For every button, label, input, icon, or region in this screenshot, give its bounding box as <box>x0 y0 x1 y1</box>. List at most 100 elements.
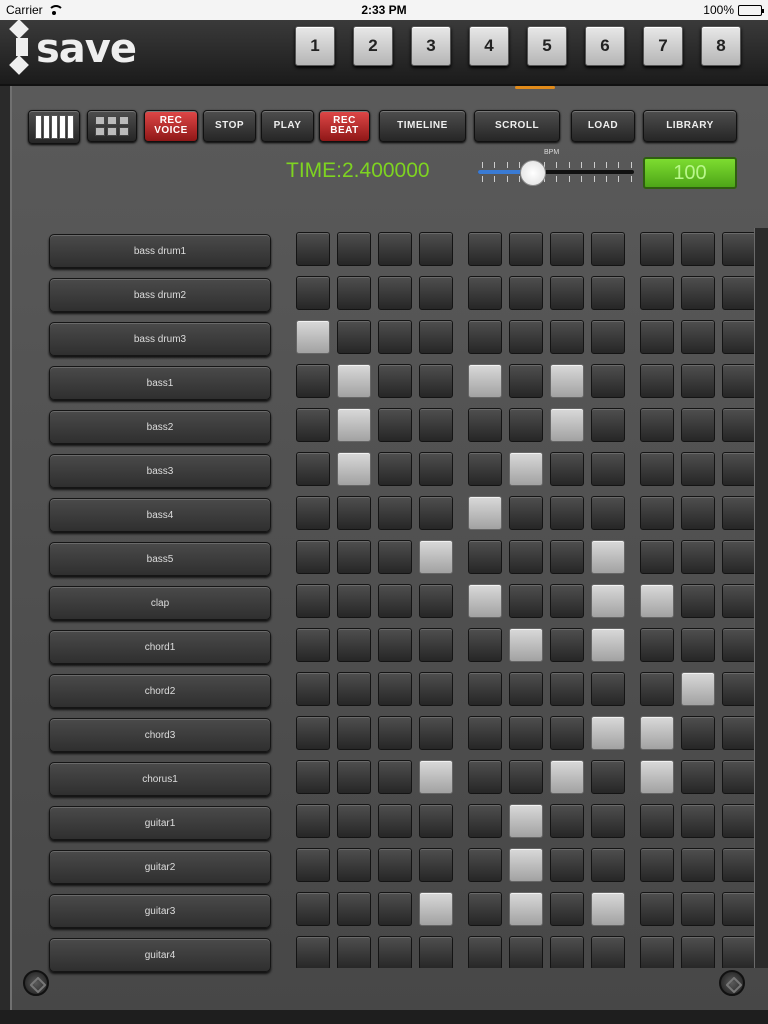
step-cell[interactable] <box>337 804 371 838</box>
step-cell[interactable] <box>337 672 371 706</box>
step-cell[interactable] <box>296 936 330 968</box>
pattern-button-5[interactable]: 5 <box>527 26 567 66</box>
pattern-button-4[interactable]: 4 <box>469 26 509 66</box>
step-cell[interactable] <box>419 848 453 882</box>
step-cell[interactable] <box>550 496 584 530</box>
step-cell[interactable] <box>468 320 502 354</box>
step-cell[interactable] <box>722 584 754 618</box>
step-cell[interactable] <box>591 320 625 354</box>
rec-voice-button[interactable]: REC VOICE <box>144 110 198 142</box>
step-cell[interactable] <box>550 672 584 706</box>
step-cell[interactable] <box>681 892 715 926</box>
step-cell[interactable] <box>337 408 371 442</box>
step-cell[interactable] <box>337 848 371 882</box>
step-cell[interactable] <box>419 672 453 706</box>
step-cell[interactable] <box>550 628 584 662</box>
step-cell[interactable] <box>337 452 371 486</box>
step-cell[interactable] <box>296 892 330 926</box>
step-cell[interactable] <box>640 408 674 442</box>
step-cell[interactable] <box>419 716 453 750</box>
step-cell[interactable] <box>337 496 371 530</box>
track-button[interactable]: guitar1 <box>49 806 271 840</box>
step-cell[interactable] <box>419 364 453 398</box>
pattern-button-8[interactable]: 8 <box>701 26 741 66</box>
step-cell[interactable] <box>640 936 674 968</box>
step-cell[interactable] <box>722 540 754 574</box>
step-cell[interactable] <box>681 540 715 574</box>
step-cell[interactable] <box>419 452 453 486</box>
track-button[interactable]: chorus1 <box>49 762 271 796</box>
step-cell[interactable] <box>509 320 543 354</box>
step-cell[interactable] <box>337 540 371 574</box>
step-cell[interactable] <box>296 408 330 442</box>
step-cell[interactable] <box>337 320 371 354</box>
step-cell[interactable] <box>640 232 674 266</box>
step-cell[interactable] <box>419 408 453 442</box>
step-cell[interactable] <box>509 452 543 486</box>
step-cell[interactable] <box>419 276 453 310</box>
step-cell[interactable] <box>419 540 453 574</box>
stop-button[interactable]: STOP <box>203 110 256 142</box>
step-cell[interactable] <box>419 232 453 266</box>
step-cell[interactable] <box>468 848 502 882</box>
step-cell[interactable] <box>591 892 625 926</box>
step-cell[interactable] <box>591 672 625 706</box>
step-cell[interactable] <box>296 804 330 838</box>
step-cell[interactable] <box>681 672 715 706</box>
step-cell[interactable] <box>550 584 584 618</box>
step-cell[interactable] <box>681 320 715 354</box>
step-cell[interactable] <box>640 672 674 706</box>
step-cell[interactable] <box>468 584 502 618</box>
step-cell[interactable] <box>468 540 502 574</box>
step-cell[interactable] <box>550 804 584 838</box>
track-button[interactable]: bass3 <box>49 454 271 488</box>
step-cell[interactable] <box>378 496 412 530</box>
step-cell[interactable] <box>337 716 371 750</box>
step-cell[interactable] <box>722 452 754 486</box>
step-cell[interactable] <box>681 408 715 442</box>
step-cell[interactable] <box>468 804 502 838</box>
step-cell[interactable] <box>378 320 412 354</box>
step-cell[interactable] <box>378 540 412 574</box>
step-cell[interactable] <box>550 276 584 310</box>
step-cell[interactable] <box>509 496 543 530</box>
step-cell[interactable] <box>378 936 412 968</box>
scroll-button[interactable]: SCROLL <box>474 110 560 142</box>
step-cell[interactable] <box>681 232 715 266</box>
step-cell[interactable] <box>640 320 674 354</box>
step-cell[interactable] <box>591 936 625 968</box>
step-cell[interactable] <box>468 232 502 266</box>
step-cell[interactable] <box>550 760 584 794</box>
step-cell[interactable] <box>681 364 715 398</box>
step-cell[interactable] <box>681 804 715 838</box>
step-cell[interactable] <box>550 452 584 486</box>
rec-beat-button[interactable]: REC BEAT <box>319 110 370 142</box>
step-cell[interactable] <box>337 584 371 618</box>
step-cell[interactable] <box>591 804 625 838</box>
step-cell[interactable] <box>468 628 502 662</box>
step-cell[interactable] <box>681 584 715 618</box>
step-cell[interactable] <box>337 276 371 310</box>
step-cell[interactable] <box>378 892 412 926</box>
step-cell[interactable] <box>419 584 453 618</box>
step-cell[interactable] <box>640 804 674 838</box>
step-cell[interactable] <box>509 584 543 618</box>
step-cell[interactable] <box>722 892 754 926</box>
step-cell[interactable] <box>378 584 412 618</box>
step-cell[interactable] <box>640 496 674 530</box>
track-button[interactable]: bass2 <box>49 410 271 444</box>
step-cell[interactable] <box>296 540 330 574</box>
step-cell[interactable] <box>296 716 330 750</box>
track-button[interactable]: chord3 <box>49 718 271 752</box>
pattern-button-1[interactable]: 1 <box>295 26 335 66</box>
grid-mode-button[interactable] <box>87 110 137 142</box>
step-cell[interactable] <box>550 848 584 882</box>
track-button[interactable]: clap <box>49 586 271 620</box>
step-cell[interactable] <box>591 496 625 530</box>
step-cell[interactable] <box>722 496 754 530</box>
track-button[interactable]: bass drum1 <box>49 234 271 268</box>
step-cell[interactable] <box>550 364 584 398</box>
step-cell[interactable] <box>591 628 625 662</box>
step-cell[interactable] <box>722 364 754 398</box>
step-cell[interactable] <box>550 892 584 926</box>
